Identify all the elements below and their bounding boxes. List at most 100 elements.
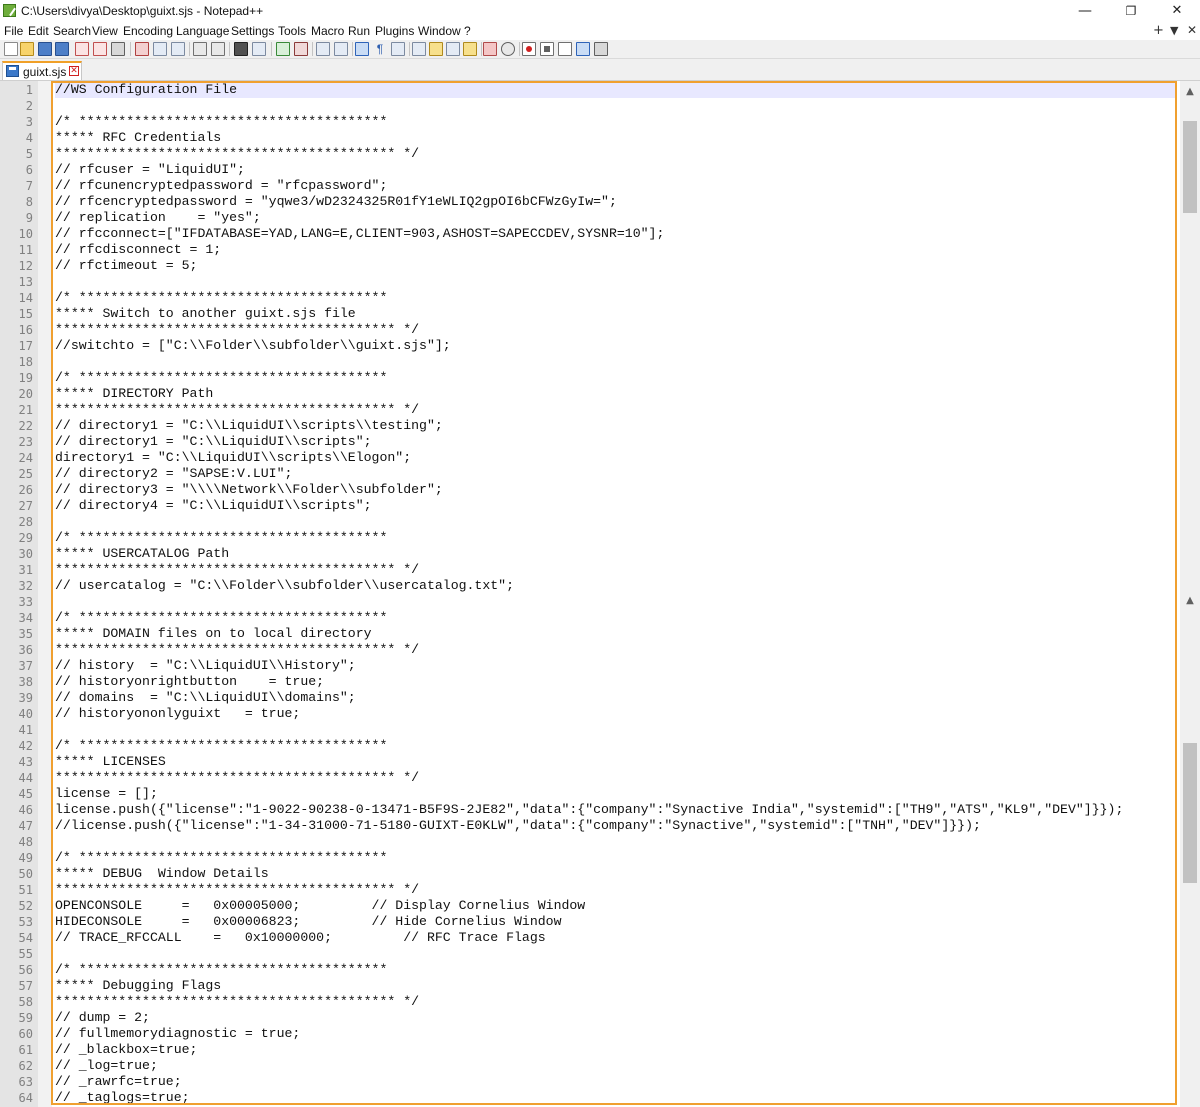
code-line[interactable]: /* *************************************… [55,290,1177,306]
code-line[interactable]: // TRACE_RFCCALL = 0x10000000; // RFC Tr… [55,930,1177,946]
code-line[interactable]: ****************************************… [55,642,1177,658]
close-icon[interactable] [75,42,89,56]
menu-tools[interactable]: Tools [278,24,306,38]
tab-guixt-sjs[interactable]: guixt.sjs ✕ [2,61,82,80]
code-line[interactable]: // _rawrfc=true; [55,1074,1177,1090]
code-line[interactable] [55,594,1177,610]
code-line[interactable]: // rfcdisconnect = 1; [55,242,1177,258]
code-line[interactable]: // directory3 = "\\\\Network\\Folder\\su… [55,482,1177,498]
code-line[interactable]: ***** Switch to another guixt.sjs file [55,306,1177,322]
menu-run[interactable]: Run [348,24,370,38]
code-line[interactable]: ****************************************… [55,146,1177,162]
code-line[interactable] [55,722,1177,738]
code-line[interactable]: ****************************************… [55,322,1177,338]
scroll-thumb[interactable] [1183,121,1197,213]
code-line[interactable]: // rfcencryptedpassword = "yqwe3/wD23243… [55,194,1177,210]
code-line[interactable] [55,946,1177,962]
code-line[interactable]: ****************************************… [55,562,1177,578]
menu-macro[interactable]: Macro [311,24,344,38]
user-language-icon[interactable] [412,42,426,56]
monitoring-icon[interactable] [483,42,497,56]
redo-icon[interactable] [211,42,225,56]
code-line[interactable]: // fullmemorydiagnostic = true; [55,1026,1177,1042]
tab-list-dropdown-icon[interactable]: ▼ [1170,24,1178,37]
menu-window[interactable]: Window [418,24,461,38]
code-line[interactable]: // historyononlyguixt = true; [55,706,1177,722]
show-all-chars-icon[interactable]: ¶ [373,42,387,56]
eye-icon[interactable] [501,42,515,56]
code-line[interactable]: // domains = "C:\\LiquidUI\\domains"; [55,690,1177,706]
find-icon[interactable] [234,42,248,56]
code-line[interactable]: //switchto = ["C:\\Folder\\subfolder\\gu… [55,338,1177,354]
code-line[interactable]: OPENCONSOLE = 0x00005000; // Display Cor… [55,898,1177,914]
code-line[interactable]: // directory4 = "C:\\LiquidUI\\scripts"; [55,498,1177,514]
close-all-icon[interactable] [93,42,107,56]
code-line[interactable]: // rfcconnect=["IFDATABASE=YAD,LANG=E,CL… [55,226,1177,242]
replace-icon[interactable] [252,42,266,56]
code-line[interactable]: // usercatalog = "C:\\Folder\\subfolder\… [55,578,1177,594]
print-icon[interactable] [111,42,125,56]
stop-macro-icon[interactable] [540,42,554,56]
code-line[interactable]: license = []; [55,786,1177,802]
code-line[interactable] [55,354,1177,370]
close-window-button[interactable]: ✕ [1154,0,1200,22]
code-line[interactable]: ***** RFC Credentials [55,130,1177,146]
play-macro-icon[interactable] [558,42,572,56]
doc-map-icon[interactable] [429,42,443,56]
code-line[interactable]: ****************************************… [55,994,1177,1010]
code-line[interactable]: /* *************************************… [55,850,1177,866]
menu-view[interactable]: View [92,24,118,38]
code-line[interactable]: // rfcunencryptedpassword = "rfcpassword… [55,178,1177,194]
word-wrap-icon[interactable] [355,42,369,56]
code-line[interactable]: /* *************************************… [55,738,1177,754]
code-line[interactable]: /* *************************************… [55,370,1177,386]
code-line[interactable]: // _blackbox=true; [55,1042,1177,1058]
code-line[interactable] [55,98,1177,114]
code-line[interactable]: //license.push({"license":"1-34-31000-71… [55,818,1177,834]
code-line[interactable]: ***** USERCATALOG Path [55,546,1177,562]
zoom-in-icon[interactable] [276,42,290,56]
copy-icon[interactable] [153,42,167,56]
code-line[interactable]: HIDECONSOLE = 0x00006823; // Hide Cornel… [55,914,1177,930]
save-macro-icon[interactable] [594,42,608,56]
code-line[interactable]: /* *************************************… [55,962,1177,978]
code-line[interactable]: /* *************************************… [55,610,1177,626]
vertical-scrollbar[interactable]: ▲ ▲ [1180,81,1200,1107]
code-line[interactable]: // directory1 = "C:\\LiquidUI\\scripts"; [55,434,1177,450]
code-line[interactable]: // historyonrightbutton = true; [55,674,1177,690]
code-line[interactable]: // directory1 = "C:\\LiquidUI\\scripts\\… [55,418,1177,434]
menu-language[interactable]: Language [176,24,229,38]
menu-file[interactable]: File [4,24,23,38]
open-file-icon[interactable] [20,42,34,56]
code-line[interactable]: // directory2 = "SAPSE:V.LUI"; [55,466,1177,482]
maximize-button[interactable]: ❐ [1108,0,1154,22]
minimize-button[interactable]: — [1062,0,1108,22]
undo-icon[interactable] [193,42,207,56]
paste-icon[interactable] [171,42,185,56]
scroll-thumb[interactable] [1183,743,1197,883]
folder-as-workspace-icon[interactable] [463,42,477,56]
code-line[interactable]: // _log=true; [55,1058,1177,1074]
code-lines[interactable]: //WS Configuration File /* **************… [55,82,1177,1106]
code-line[interactable]: // rfctimeout = 5; [55,258,1177,274]
sync-horizontal-icon[interactable] [334,42,348,56]
code-line[interactable] [55,514,1177,530]
code-line[interactable]: ***** LICENSES [55,754,1177,770]
save-all-icon[interactable] [55,42,69,56]
code-line[interactable]: // replication = "yes"; [55,210,1177,226]
menu-help[interactable]: ? [464,24,471,38]
zoom-out-icon[interactable] [294,42,308,56]
code-line[interactable]: directory1 = "C:\\LiquidUI\\scripts\\Elo… [55,450,1177,466]
run-macro-multiple-icon[interactable] [576,42,590,56]
code-line[interactable]: // history = "C:\\LiquidUI\\History"; [55,658,1177,674]
code-line[interactable]: ****************************************… [55,402,1177,418]
code-line[interactable]: ***** DEBUG Window Details [55,866,1177,882]
code-line[interactable]: ****************************************… [55,770,1177,786]
menu-encoding[interactable]: Encoding [123,24,173,38]
menu-settings[interactable]: Settings [231,24,274,38]
code-line[interactable]: /* *************************************… [55,530,1177,546]
code-line[interactable]: license.push({"license":"1-9022-90238-0-… [55,802,1177,818]
code-line[interactable] [55,274,1177,290]
tab-close-icon[interactable]: ✕ [69,66,79,76]
indent-guide-icon[interactable] [391,42,405,56]
